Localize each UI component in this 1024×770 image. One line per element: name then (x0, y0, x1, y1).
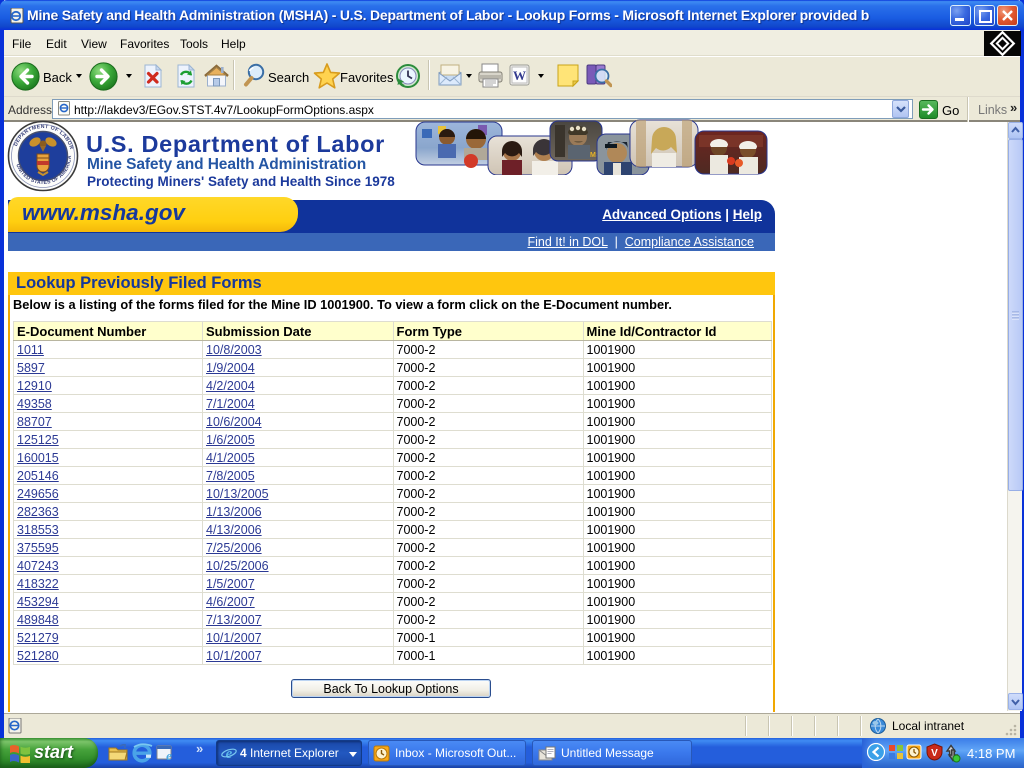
svg-text:V: V (931, 748, 938, 759)
svg-text:W: W (513, 68, 526, 83)
svg-text:e: e (226, 746, 233, 762)
svg-text:e: e (166, 748, 172, 763)
